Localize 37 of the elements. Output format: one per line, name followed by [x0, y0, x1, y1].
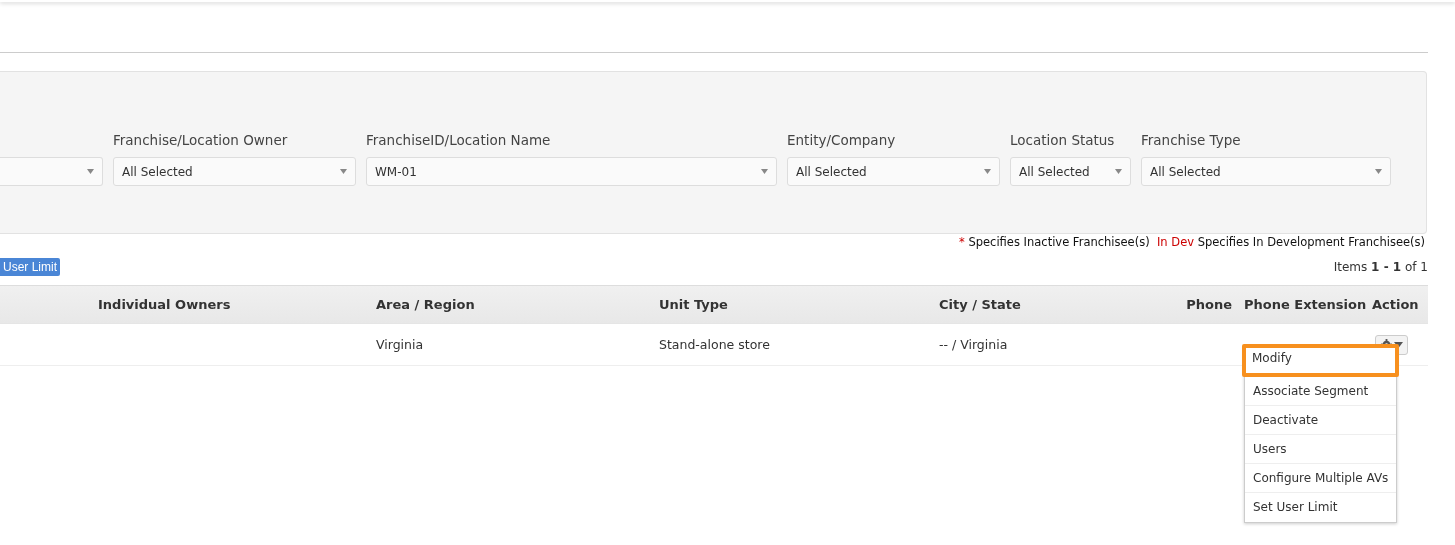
select-field[interactable]: All Selected	[1141, 157, 1391, 186]
menu-item[interactable]: Deactivate	[1245, 406, 1396, 435]
caret-icon	[1375, 169, 1382, 174]
caret-icon	[1393, 341, 1403, 348]
legend-text: * Specifies Inactive Franchisee(s) In Dev Specifies In Development Franchisee(s)	[959, 235, 1425, 249]
table-cell: Virginia	[376, 337, 424, 352]
column-header: Action	[1371, 297, 1420, 312]
column-header: Phone Extension	[1243, 297, 1368, 312]
caret-icon	[87, 169, 94, 174]
select-field[interactable]	[0, 157, 103, 186]
column-header: Area / Region	[376, 297, 476, 312]
caret-icon	[1115, 169, 1122, 174]
select-field[interactable]: WM-01	[366, 157, 777, 186]
caret-icon	[984, 169, 991, 174]
user-limit-button[interactable]: User Limit	[0, 258, 60, 276]
table-cell: -- / Virginia	[939, 337, 1008, 352]
menu-item[interactable]: Configure Multiple AVs	[1245, 464, 1396, 493]
items-count: Items 1 - 1 of 1	[1333, 260, 1428, 274]
select-field[interactable]: All Selected	[113, 157, 356, 186]
table-cell: Stand-alone store	[659, 337, 770, 352]
caret-icon	[340, 169, 347, 174]
select-field[interactable]: All Selected	[1010, 157, 1131, 186]
menu-item[interactable]: Modify	[1242, 344, 1399, 377]
column-header: City / State	[939, 297, 1022, 312]
filter-label: Entity/Company	[787, 132, 897, 150]
menu-item[interactable]: Associate Segment	[1245, 377, 1396, 406]
filter-label: Franchise/Location Owner	[113, 132, 289, 150]
filter-label: FranchiseID/Location Name	[366, 132, 552, 150]
column-header: Individual Owners	[97, 297, 232, 312]
menu-item[interactable]: Set User Limit	[1245, 493, 1396, 522]
select-field[interactable]: All Selected	[787, 157, 1000, 186]
column-header: Unit Type	[659, 297, 729, 312]
caret-icon	[761, 169, 768, 174]
filter-label: Location Status	[1010, 132, 1116, 150]
column-header: Phone	[1185, 297, 1233, 312]
filter-label: Franchise Type	[1141, 132, 1242, 150]
menu-item[interactable]: Users	[1245, 435, 1396, 464]
